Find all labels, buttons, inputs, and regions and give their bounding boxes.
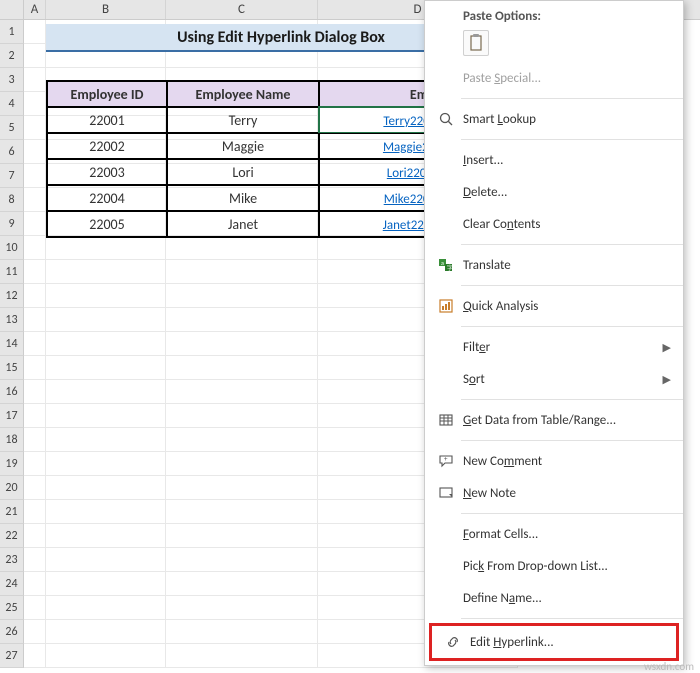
comment-icon: + bbox=[435, 451, 457, 471]
row-header[interactable]: 27 bbox=[0, 644, 24, 668]
select-all-corner[interactable] bbox=[0, 0, 24, 19]
col-header-A[interactable]: A bbox=[24, 0, 46, 19]
menu-label: Paste Special... bbox=[463, 71, 671, 86]
svg-text:字: 字 bbox=[447, 264, 453, 272]
row-header[interactable]: 10 bbox=[0, 236, 24, 260]
clipboard-icon bbox=[468, 34, 484, 52]
menu-label: Sort bbox=[463, 372, 663, 387]
highlight-annotation: Edit Hyperlink... bbox=[429, 623, 679, 661]
row-header[interactable]: 5 bbox=[0, 116, 24, 140]
row-header[interactable]: 18 bbox=[0, 428, 24, 452]
menu-sort[interactable]: Sort ▶ bbox=[425, 363, 683, 395]
menu-translate[interactable]: a字 Translate bbox=[425, 249, 683, 281]
row-header[interactable]: 12 bbox=[0, 284, 24, 308]
row-header[interactable]: 13 bbox=[0, 308, 24, 332]
link-icon bbox=[442, 632, 464, 652]
cell-id[interactable]: 22002 bbox=[47, 133, 167, 159]
svg-text:a: a bbox=[441, 259, 444, 267]
table-icon bbox=[435, 410, 457, 430]
row-header[interactable]: 17 bbox=[0, 404, 24, 428]
row-header[interactable]: 25 bbox=[0, 596, 24, 620]
menu-delete[interactable]: Delete... bbox=[425, 176, 683, 208]
row-header[interactable]: 2 bbox=[0, 44, 24, 68]
menu-get-data[interactable]: Get Data from Table/Range... bbox=[425, 404, 683, 436]
note-icon bbox=[435, 483, 457, 503]
chevron-right-icon: ▶ bbox=[663, 373, 671, 386]
row-header[interactable]: 24 bbox=[0, 572, 24, 596]
row-header[interactable]: 11 bbox=[0, 260, 24, 284]
col-header-B[interactable]: B bbox=[46, 0, 166, 19]
menu-smart-lookup[interactable]: Smart Lookup bbox=[425, 103, 683, 135]
menu-label: New Comment bbox=[463, 454, 671, 469]
header-employee-name[interactable]: Employee Name bbox=[167, 81, 319, 107]
menu-label: New Note bbox=[463, 486, 671, 501]
menu-label: Define Name... bbox=[463, 591, 671, 606]
menu-label: Quick Analysis bbox=[463, 299, 671, 314]
menu-label: Filter bbox=[463, 340, 663, 355]
cell-name[interactable]: Terry bbox=[167, 107, 319, 133]
row-header[interactable]: 1 bbox=[0, 20, 24, 44]
cell-id[interactable]: 22005 bbox=[47, 211, 167, 237]
cell-name[interactable]: Lori bbox=[167, 159, 319, 185]
row-header[interactable]: 16 bbox=[0, 380, 24, 404]
menu-paste-special: Paste Special... bbox=[425, 62, 683, 94]
menu-label: Translate bbox=[463, 258, 671, 273]
row-header[interactable]: 20 bbox=[0, 476, 24, 500]
menu-insert[interactable]: Insert... bbox=[425, 144, 683, 176]
cell-id[interactable]: 22001 bbox=[47, 107, 167, 133]
translate-icon: a字 bbox=[435, 255, 457, 275]
menu-label: Edit Hyperlink... bbox=[470, 635, 664, 650]
menu-filter[interactable]: Filter ▶ bbox=[425, 331, 683, 363]
menu-label: Pick From Drop-down List... bbox=[463, 559, 671, 574]
row-header[interactable]: 9 bbox=[0, 212, 24, 236]
col-header-C[interactable]: C bbox=[166, 0, 318, 19]
menu-label: Format Cells... bbox=[463, 527, 671, 542]
context-menu: Paste Options: Paste Special... Smart Lo… bbox=[424, 0, 684, 666]
menu-label: Clear Contents bbox=[463, 217, 671, 232]
chevron-right-icon: ▶ bbox=[663, 341, 671, 354]
menu-label: Delete... bbox=[463, 185, 671, 200]
header-employee-id[interactable]: Employee ID bbox=[47, 81, 167, 107]
cell-id[interactable]: 22004 bbox=[47, 185, 167, 211]
row-header[interactable]: 23 bbox=[0, 548, 24, 572]
row-header[interactable]: 8 bbox=[0, 188, 24, 212]
menu-define-name[interactable]: Define Name... bbox=[425, 582, 683, 614]
paste-keep-source-button[interactable] bbox=[463, 30, 489, 56]
cell-name[interactable]: Janet bbox=[167, 211, 319, 237]
menu-edit-hyperlink[interactable]: Edit Hyperlink... bbox=[432, 626, 676, 658]
row-header[interactable]: 6 bbox=[0, 140, 24, 164]
menu-clear-contents[interactable]: Clear Contents bbox=[425, 208, 683, 240]
menu-pick-from-list[interactable]: Pick From Drop-down List... bbox=[425, 550, 683, 582]
row-header[interactable]: 22 bbox=[0, 524, 24, 548]
menu-format-cells[interactable]: Format Cells... bbox=[425, 518, 683, 550]
cell-id[interactable]: 22003 bbox=[47, 159, 167, 185]
paste-options-label: Paste Options: bbox=[425, 5, 683, 26]
search-icon bbox=[435, 109, 457, 129]
menu-label: Smart Lookup bbox=[463, 112, 671, 127]
row-header[interactable]: 4 bbox=[0, 92, 24, 116]
row-header[interactable]: 26 bbox=[0, 620, 24, 644]
cell-name[interactable]: Maggie bbox=[167, 133, 319, 159]
menu-new-comment[interactable]: + New Comment bbox=[425, 445, 683, 477]
menu-new-note[interactable]: New Note bbox=[425, 477, 683, 509]
row-header[interactable]: 7 bbox=[0, 164, 24, 188]
watermark: wsxdn.com bbox=[644, 660, 694, 673]
menu-quick-analysis[interactable]: Quick Analysis bbox=[425, 290, 683, 322]
menu-label: Insert... bbox=[463, 153, 671, 168]
cell-name[interactable]: Mike bbox=[167, 185, 319, 211]
svg-text:+: + bbox=[444, 454, 448, 463]
menu-label: Get Data from Table/Range... bbox=[463, 413, 671, 428]
row-header[interactable]: 14 bbox=[0, 332, 24, 356]
quick-analysis-icon bbox=[435, 296, 457, 316]
row-header[interactable]: 3 bbox=[0, 68, 24, 92]
row-header[interactable]: 15 bbox=[0, 356, 24, 380]
row-header[interactable]: 19 bbox=[0, 452, 24, 476]
row-header[interactable]: 21 bbox=[0, 500, 24, 524]
